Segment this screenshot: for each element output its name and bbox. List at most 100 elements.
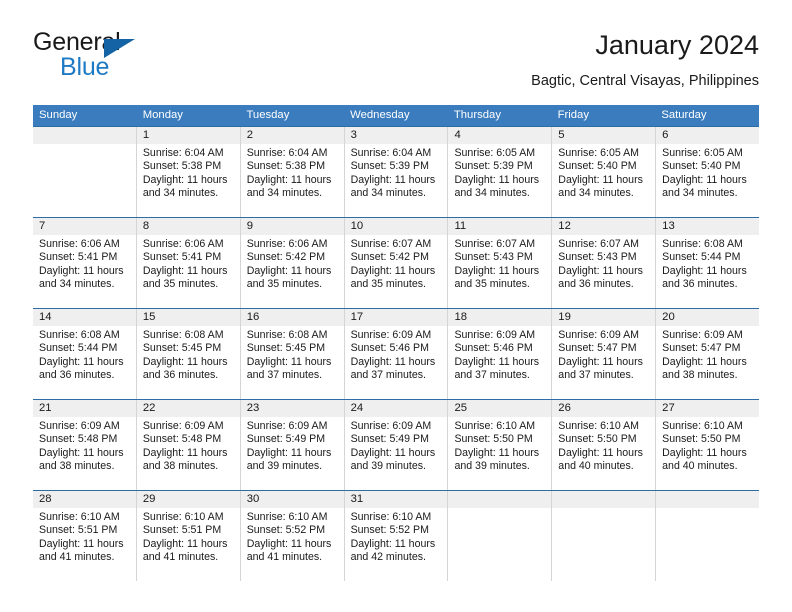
day-cell[interactable]: Sunrise: 6:05 AM Sunset: 5:40 PM Dayligh… (552, 144, 657, 217)
day-cell[interactable]: Sunrise: 6:06 AM Sunset: 5:42 PM Dayligh… (241, 235, 345, 308)
day-number[interactable]: 24 (345, 400, 449, 417)
daylight-text-line2: and 38 minutes. (39, 460, 115, 473)
day-number[interactable]: 7 (33, 218, 137, 235)
sunset-text: Sunset: 5:40 PM (558, 160, 637, 173)
daylight-text-line2: and 39 minutes. (246, 460, 323, 473)
day-cell[interactable]: Sunrise: 6:10 AM Sunset: 5:51 PM Dayligh… (137, 508, 241, 581)
day-cell[interactable]: Sunrise: 6:09 AM Sunset: 5:49 PM Dayligh… (241, 417, 345, 490)
daylight-text-line1: Daylight: 11 hours (142, 173, 228, 186)
day-cell[interactable]: Sunrise: 6:09 AM Sunset: 5:47 PM Dayligh… (656, 326, 759, 399)
day-number[interactable]: 25 (448, 400, 553, 417)
day-number[interactable] (33, 127, 137, 144)
day-cell[interactable]: Sunrise: 6:10 AM Sunset: 5:50 PM Dayligh… (552, 417, 657, 490)
day-cell[interactable]: Sunrise: 6:10 AM Sunset: 5:52 PM Dayligh… (241, 508, 345, 581)
day-number[interactable]: 20 (656, 309, 759, 326)
day-number[interactable]: 28 (33, 491, 137, 508)
sunset-text: Sunset: 5:52 PM (350, 524, 429, 537)
day-number[interactable]: 29 (137, 491, 241, 508)
daylight-text-line2: and 39 minutes. (454, 460, 530, 473)
generalblue-logo[interactable]: General Blue (33, 28, 263, 90)
weekday-header-friday: Friday (557, 109, 589, 121)
day-cell[interactable]: Sunrise: 6:05 AM Sunset: 5:40 PM Dayligh… (656, 144, 759, 217)
day-number[interactable]: 31 (345, 491, 449, 508)
daylight-text-line1: Daylight: 11 hours (558, 355, 643, 368)
day-number[interactable]: 12 (552, 218, 657, 235)
daylight-text-line2: and 34 minutes. (39, 278, 115, 291)
daylight-text-line1: Daylight: 11 hours (454, 355, 540, 368)
day-cell[interactable]: Sunrise: 6:04 AM Sunset: 5:39 PM Dayligh… (345, 144, 449, 217)
day-cell[interactable]: Sunrise: 6:07 AM Sunset: 5:43 PM Dayligh… (448, 235, 553, 308)
day-number[interactable]: 22 (137, 400, 241, 417)
day-cell[interactable]: Sunrise: 6:05 AM Sunset: 5:39 PM Dayligh… (448, 144, 553, 217)
day-cell[interactable]: Sunrise: 6:09 AM Sunset: 5:48 PM Dayligh… (33, 417, 137, 490)
day-cell[interactable]: Sunrise: 6:06 AM Sunset: 5:41 PM Dayligh… (33, 235, 137, 308)
day-number[interactable]: 8 (137, 218, 241, 235)
calendar-week-row: 7 8 9 10 11 12 13 Sunrise: 6:06 AM Sunse… (33, 217, 759, 308)
day-cell[interactable]: Sunrise: 6:10 AM Sunset: 5:50 PM Dayligh… (448, 417, 553, 490)
day-cell[interactable]: Sunrise: 6:10 AM Sunset: 5:52 PM Dayligh… (345, 508, 449, 581)
day-cell[interactable]: Sunrise: 6:08 AM Sunset: 5:45 PM Dayligh… (241, 326, 345, 399)
daylight-text-line1: Daylight: 11 hours (142, 355, 228, 368)
day-cell[interactable]: Sunrise: 6:10 AM Sunset: 5:51 PM Dayligh… (33, 508, 137, 581)
daylight-text-line1: Daylight: 11 hours (350, 264, 436, 277)
day-number[interactable]: 2 (241, 127, 345, 144)
day-number[interactable]: 26 (552, 400, 657, 417)
day-number[interactable]: 21 (33, 400, 137, 417)
day-cell[interactable]: Sunrise: 6:04 AM Sunset: 5:38 PM Dayligh… (241, 144, 345, 217)
day-cell[interactable]: Sunrise: 6:07 AM Sunset: 5:43 PM Dayligh… (552, 235, 657, 308)
day-number[interactable]: 4 (448, 127, 553, 144)
daylight-text-line1: Daylight: 11 hours (246, 173, 332, 186)
day-cell[interactable]: Sunrise: 6:09 AM Sunset: 5:47 PM Dayligh… (552, 326, 657, 399)
daylight-text-line2: and 34 minutes. (662, 187, 738, 200)
sunrise-text: Sunrise: 6:05 AM (558, 147, 639, 159)
day-cell[interactable]: Sunrise: 6:08 AM Sunset: 5:45 PM Dayligh… (137, 326, 241, 399)
day-number[interactable]: 1 (137, 127, 241, 144)
day-number[interactable]: 9 (241, 218, 345, 235)
day-cell[interactable]: Sunrise: 6:09 AM Sunset: 5:46 PM Dayligh… (345, 326, 449, 399)
day-number[interactable]: 17 (345, 309, 449, 326)
day-cell[interactable]: Sunrise: 6:09 AM Sunset: 5:46 PM Dayligh… (448, 326, 553, 399)
day-cell[interactable]: Sunrise: 6:04 AM Sunset: 5:38 PM Dayligh… (137, 144, 241, 217)
sunset-text: Sunset: 5:43 PM (558, 251, 637, 264)
sunset-text: Sunset: 5:47 PM (662, 342, 741, 355)
sunset-text: Sunset: 5:48 PM (39, 433, 118, 446)
sunset-text: Sunset: 5:51 PM (39, 524, 118, 537)
daylight-text-line2: and 36 minutes. (662, 278, 738, 291)
day-cell[interactable]: Sunrise: 6:07 AM Sunset: 5:42 PM Dayligh… (345, 235, 449, 308)
day-number[interactable]: 11 (448, 218, 553, 235)
day-number[interactable]: 15 (137, 309, 241, 326)
day-number[interactable]: 3 (345, 127, 449, 144)
day-number[interactable]: 19 (552, 309, 657, 326)
sunset-text: Sunset: 5:40 PM (662, 160, 741, 173)
daylight-text-line1: Daylight: 11 hours (558, 173, 643, 186)
day-number[interactable]: 18 (448, 309, 553, 326)
day-cell[interactable]: Sunrise: 6:06 AM Sunset: 5:41 PM Dayligh… (137, 235, 241, 308)
day-number[interactable]: 5 (552, 127, 657, 144)
daylight-text-line2: and 37 minutes. (454, 369, 530, 382)
day-cell[interactable]: Sunrise: 6:09 AM Sunset: 5:48 PM Dayligh… (137, 417, 241, 490)
day-number[interactable]: 16 (241, 309, 345, 326)
day-number[interactable]: 14 (33, 309, 137, 326)
daylight-text-line1: Daylight: 11 hours (558, 264, 643, 277)
daylight-text-line2: and 37 minutes. (558, 369, 634, 382)
day-number[interactable]: 23 (241, 400, 345, 417)
daylight-text-line1: Daylight: 11 hours (246, 537, 332, 550)
weekday-header-thursday: Thursday (453, 109, 501, 121)
daylight-text-line1: Daylight: 11 hours (142, 264, 228, 277)
sunrise-text: Sunrise: 6:08 AM (662, 238, 743, 250)
day-number[interactable]: 6 (656, 127, 759, 144)
sunset-text: Sunset: 5:51 PM (142, 524, 222, 537)
day-number[interactable]: 10 (345, 218, 449, 235)
day-cell[interactable]: Sunrise: 6:08 AM Sunset: 5:44 PM Dayligh… (656, 235, 759, 308)
daylight-text-line1: Daylight: 11 hours (662, 173, 747, 186)
calendar-week-row: 21 22 23 24 25 26 27 Sunrise: 6:09 AM Su… (33, 399, 759, 490)
day-detail-band: Sunrise: 6:09 AM Sunset: 5:48 PM Dayligh… (33, 417, 759, 490)
day-number[interactable]: 27 (656, 400, 759, 417)
day-cell[interactable]: Sunrise: 6:10 AM Sunset: 5:50 PM Dayligh… (656, 417, 759, 490)
day-number[interactable]: 13 (656, 218, 759, 235)
day-number (552, 491, 657, 508)
day-number[interactable]: 30 (241, 491, 345, 508)
day-detail-band: Sunrise: 6:08 AM Sunset: 5:44 PM Dayligh… (33, 326, 759, 399)
day-cell[interactable]: Sunrise: 6:08 AM Sunset: 5:44 PM Dayligh… (33, 326, 137, 399)
day-cell[interactable]: Sunrise: 6:09 AM Sunset: 5:49 PM Dayligh… (345, 417, 449, 490)
